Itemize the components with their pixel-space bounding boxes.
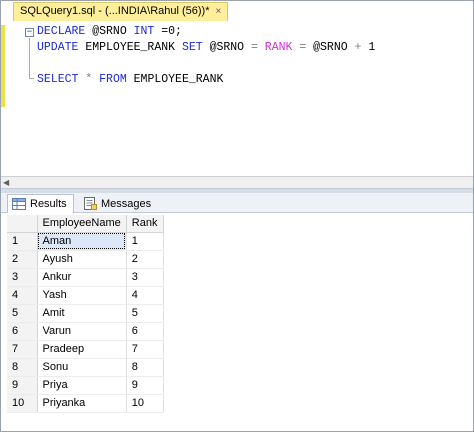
cell-rank[interactable]: 9 xyxy=(126,376,164,395)
cell-employee-name[interactable]: Amit xyxy=(37,304,127,323)
row-number[interactable]: 4 xyxy=(7,286,38,305)
tab-messages[interactable]: Messages xyxy=(79,194,157,213)
cell-rank[interactable]: 8 xyxy=(126,358,164,377)
cell-employee-name[interactable]: Pradeep xyxy=(37,340,127,359)
code-keyword: FROM xyxy=(99,73,127,86)
column-header-rank[interactable]: Rank xyxy=(126,215,164,233)
code-function: RANK xyxy=(257,41,300,54)
column-header-employeename[interactable]: EmployeeName xyxy=(37,215,127,233)
tab-messages-label: Messages xyxy=(101,198,152,210)
table-row[interactable]: 5 Amit 5 xyxy=(7,304,164,323)
table-row[interactable]: 6 Varun 6 xyxy=(7,322,164,341)
table-row[interactable]: 3 Ankur 3 xyxy=(7,268,164,287)
cell-rank[interactable]: 2 xyxy=(126,250,164,269)
row-number[interactable]: 1 xyxy=(7,232,38,251)
cell-rank[interactable]: 5 xyxy=(126,304,164,323)
cell-employee-name[interactable]: Ankur xyxy=(37,268,127,287)
code-operator: * xyxy=(78,73,100,86)
code-operator: = xyxy=(250,41,258,54)
row-number[interactable]: 9 xyxy=(7,376,38,395)
cell-employee-name[interactable]: Varun xyxy=(37,322,127,341)
cell-employee-name[interactable]: Ayush xyxy=(37,250,127,269)
code-keyword: DECLARE xyxy=(37,25,86,38)
grid-icon xyxy=(12,198,26,210)
code-line-2: UPDATE EMPLOYEE_RANK SET @SRNO = RANK = … xyxy=(37,41,375,54)
outline-fold-end xyxy=(29,78,34,79)
table-row[interactable]: 4 Yash 4 xyxy=(7,286,164,305)
cell-rank[interactable]: 10 xyxy=(126,394,164,413)
table-row[interactable]: 9 Priya 9 xyxy=(7,376,164,395)
code-text: @SRNO xyxy=(306,41,355,54)
code-text: EMPLOYEE_RANK xyxy=(78,41,182,54)
table-row[interactable]: 1 Aman 1 xyxy=(7,232,164,251)
cell-employee-name[interactable]: Yash xyxy=(37,286,127,305)
code-line-1: DECLARE @SRNO INT =0; xyxy=(37,25,182,38)
cell-rank[interactable]: 6 xyxy=(126,322,164,341)
row-number[interactable]: 5 xyxy=(7,304,38,323)
cell-rank[interactable]: 1 xyxy=(126,232,164,251)
tab-results-label: Results xyxy=(30,198,67,210)
row-number-header[interactable] xyxy=(7,215,38,233)
row-number[interactable]: 8 xyxy=(7,358,38,377)
cell-employee-name[interactable]: Priya xyxy=(37,376,127,395)
code-text: @SRNO xyxy=(85,25,134,38)
table-row[interactable]: 10 Priyanka 10 xyxy=(7,394,164,413)
row-number[interactable]: 6 xyxy=(7,322,38,341)
code-line-3: SELECT * FROM EMPLOYEE_RANK xyxy=(37,73,223,86)
code-keyword: SET xyxy=(181,41,203,54)
query-tab-title: SQLQuery1.sql - (...INDIA\Rahul (56))* xyxy=(20,5,210,17)
cell-employee-name[interactable]: Sonu xyxy=(37,358,127,377)
cell-employee-name[interactable]: Aman xyxy=(37,232,127,251)
cell-rank[interactable]: 3 xyxy=(126,268,164,287)
sql-editor[interactable]: − DECLARE @SRNO INT =0; UPDATE EMPLOYEE_… xyxy=(1,21,473,176)
code-text: =0; xyxy=(154,25,182,38)
code-keyword: SELECT xyxy=(37,73,79,86)
code-keyword: INT xyxy=(133,25,155,38)
cell-employee-name[interactable]: Priyanka xyxy=(37,394,127,413)
cell-rank[interactable]: 4 xyxy=(126,286,164,305)
cell-rank[interactable]: 7 xyxy=(126,340,164,359)
row-number[interactable]: 7 xyxy=(7,340,38,359)
collapse-minus-icon[interactable]: − xyxy=(25,28,34,37)
table-row[interactable]: 2 Ayush 2 xyxy=(7,250,164,269)
scroll-left-arrow-icon[interactable]: ◀ xyxy=(3,178,9,187)
code-text: @SRNO xyxy=(202,41,251,54)
ssms-query-window: SQLQuery1.sql - (...INDIA\Rahul (56))* × … xyxy=(0,0,474,432)
results-grid: EmployeeName Rank 1 Aman 1 2 Ayush 2 3 Ankur 3… xyxy=(7,215,164,413)
close-icon[interactable]: × xyxy=(216,6,222,17)
row-number[interactable]: 2 xyxy=(7,250,38,269)
code-text: 1 xyxy=(361,41,376,54)
change-indicator-bar xyxy=(1,25,5,107)
table-row[interactable]: 8 Sonu 8 xyxy=(7,358,164,377)
row-number[interactable]: 10 xyxy=(7,394,38,413)
results-grid-area: EmployeeName Rank 1 Aman 1 2 Ayush 2 3 Ankur 3… xyxy=(1,213,473,431)
code-text: EMPLOYEE_RANK xyxy=(126,73,224,86)
results-tab-bar: Results Messages xyxy=(1,193,473,213)
horizontal-scrollbar[interactable]: ◀ xyxy=(1,176,473,188)
grid-header-row: EmployeeName Rank xyxy=(7,215,164,233)
row-number[interactable]: 3 xyxy=(7,268,38,287)
messages-icon xyxy=(84,197,97,210)
tab-results[interactable]: Results xyxy=(7,194,74,213)
document-tab-strip: SQLQuery1.sql - (...INDIA\Rahul (56))* × xyxy=(1,1,473,21)
outline-fold-line xyxy=(29,38,30,78)
table-row[interactable]: 7 Pradeep 7 xyxy=(7,340,164,359)
query-document-tab[interactable]: SQLQuery1.sql - (...INDIA\Rahul (56))* × xyxy=(13,2,229,21)
code-keyword: UPDATE xyxy=(37,41,79,54)
